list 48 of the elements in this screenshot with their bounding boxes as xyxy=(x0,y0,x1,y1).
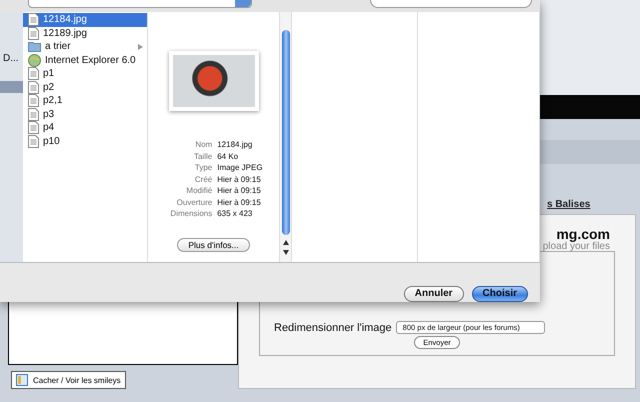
site-logo: mg.com xyxy=(556,227,610,241)
document-icon xyxy=(28,67,39,80)
globe-icon xyxy=(28,54,41,67)
file-item[interactable]: p2 xyxy=(23,80,147,94)
file-item[interactable]: p4 xyxy=(23,121,147,134)
info-label: Dimensions xyxy=(170,208,212,220)
info-value: Hier à 09:15 xyxy=(217,196,262,208)
folder-icon xyxy=(28,41,41,52)
file-item[interactable]: Internet Explorer 6.0 xyxy=(23,54,147,67)
info-value: Hier à 09:15 xyxy=(217,174,262,185)
smileys-toggle-button[interactable]: Cacher / Voir les smileys xyxy=(11,371,126,389)
document-icon xyxy=(28,134,39,148)
panel-icon xyxy=(16,374,28,386)
scrollbar-thumb[interactable] xyxy=(282,30,290,235)
info-label: Type xyxy=(194,162,212,174)
dialog-button[interactable]: Annuler xyxy=(404,286,464,302)
info-value: 635 x 423 xyxy=(217,208,254,220)
document-icon xyxy=(28,108,39,121)
site-tagline: pload your files xyxy=(542,241,610,252)
file-item[interactable]: a trier xyxy=(23,40,147,54)
file-item[interactable]: p10 xyxy=(23,134,147,148)
document-icon xyxy=(28,121,39,134)
document-icon xyxy=(28,80,39,94)
file-item[interactable]: p3 xyxy=(23,108,147,121)
resize-label: Redimensionner l'image xyxy=(274,322,392,334)
more-info-button[interactable]: Plus d'infos... xyxy=(177,238,250,252)
info-label: Ouverture xyxy=(176,196,212,208)
sidebar-item[interactable]: D... xyxy=(0,53,23,65)
dialog-button[interactable]: Choisir xyxy=(472,286,528,302)
info-label: Créé xyxy=(194,174,212,185)
tag-link[interactable]: s Balises xyxy=(547,199,590,210)
info-label: Taille xyxy=(192,150,212,162)
expand-arrow-icon xyxy=(138,44,143,50)
info-value: Hier à 09:15 xyxy=(217,185,262,196)
info-value: Image JPEG xyxy=(217,162,263,174)
info-label: Modifié xyxy=(185,185,212,196)
file-item[interactable]: 12184.jpg xyxy=(23,13,147,26)
message-textarea[interactable] xyxy=(8,300,238,365)
scroll-down-icon[interactable] xyxy=(282,250,288,255)
document-icon xyxy=(28,26,39,40)
file-item[interactable]: p1 xyxy=(23,67,147,80)
document-icon xyxy=(28,94,39,108)
file-item[interactable]: p2,1 xyxy=(23,94,147,108)
info-label: Nom xyxy=(194,139,212,150)
scroll-up-icon[interactable] xyxy=(282,240,288,245)
info-value: 12184.jpg xyxy=(217,139,254,150)
info-value: 64 Ko xyxy=(217,150,240,162)
file-item[interactable]: 12189.jpg xyxy=(23,26,147,40)
